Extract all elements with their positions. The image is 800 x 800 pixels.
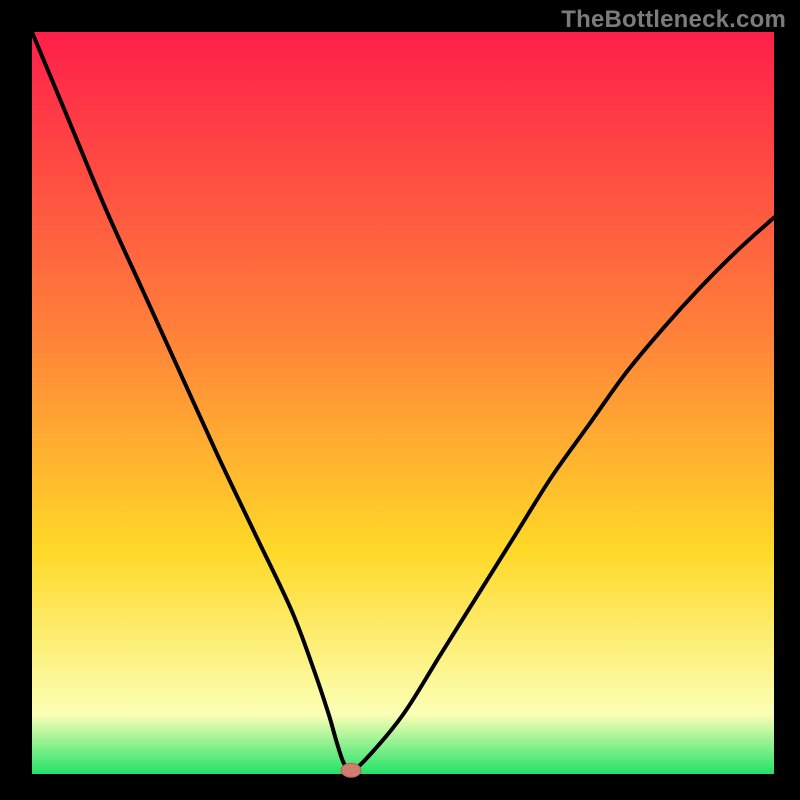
plot-background bbox=[32, 32, 774, 774]
chart-frame: { "watermark": "TheBottleneck.com", "col… bbox=[0, 0, 800, 800]
watermark-text: TheBottleneck.com bbox=[561, 6, 786, 34]
optimal-point-marker bbox=[341, 763, 361, 777]
bottleneck-chart bbox=[0, 0, 800, 800]
